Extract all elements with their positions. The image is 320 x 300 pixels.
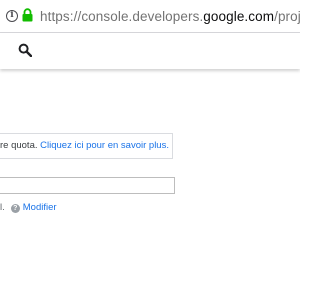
url-prefix: https://console.developers. [40,9,204,24]
url-text[interactable]: https://console.developers.google.com/pr… [40,9,300,24]
search-icon[interactable] [18,43,32,57]
project-id-text: l. [0,202,5,213]
browser-viewport: i https://console.developers.google.com/… [0,0,300,300]
project-id-row: l.? Modifier [0,201,57,215]
quota-notice-text: re quota. [0,140,41,151]
url-domain: google.com [203,9,275,24]
info-icon[interactable]: i [6,10,18,22]
help-icon[interactable]: ? [10,203,20,213]
quota-notice: re quota. Cliquez ici pour en savoir plu… [0,133,173,159]
modify-link[interactable]: Modifier [23,202,57,213]
url-path: /projectcreate?previ [274,9,300,24]
learn-more-link[interactable]: Cliquez ici pour en savoir plus. [40,140,169,151]
lock-icon[interactable] [22,8,33,22]
app-header [0,33,300,69]
project-name-input[interactable] [0,177,175,194]
url-bar[interactable]: i https://console.developers.google.com/… [0,0,300,33]
